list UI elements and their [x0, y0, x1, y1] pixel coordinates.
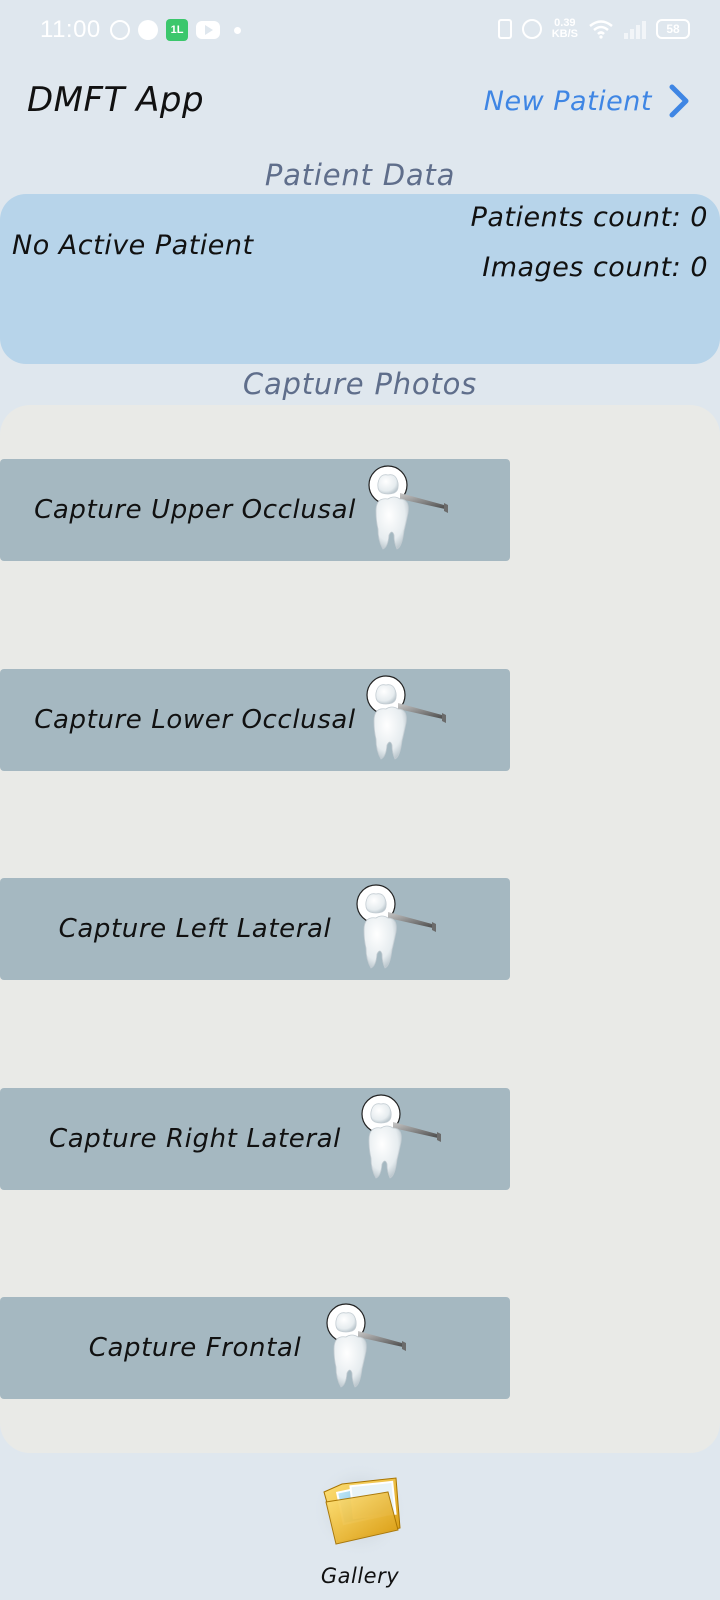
capture-button-label: Capture Left Lateral — [58, 914, 332, 944]
youtube-icon — [196, 21, 220, 39]
app-notification-icon: 1L — [166, 19, 188, 41]
capture-lower-occlusal-button[interactable]: Capture Lower Occlusal — [0, 669, 510, 771]
capture-button-label: Capture Upper Occlusal — [34, 495, 356, 525]
capture-button-label: Capture Right Lateral — [49, 1124, 341, 1154]
dot-icon — [234, 26, 241, 34]
capture-frontal-button[interactable]: Capture Frontal — [0, 1297, 510, 1399]
capture-photos-title: Capture Photos — [242, 367, 478, 401]
tooth-tool-icon — [322, 1303, 412, 1393]
tooth-tool-icon — [357, 1094, 447, 1184]
images-count: Images count: 0 — [482, 252, 708, 283]
capture-button-label: Capture Lower Occlusal — [34, 705, 356, 735]
capture-left-lateral-button[interactable]: Capture Left Lateral — [0, 878, 510, 980]
wifi-icon — [589, 20, 613, 39]
chevron-right-icon — [669, 84, 689, 118]
new-patient-button[interactable]: New Patient — [484, 84, 690, 118]
patient-data-title: Patient Data — [264, 158, 456, 192]
app-title: DMFT App — [27, 80, 205, 120]
whatsapp-icon — [110, 20, 130, 40]
status-bar: 11:00 1L 0.39 KB/S 58 — [0, 0, 720, 62]
tooth-tool-icon — [362, 675, 452, 765]
patients-count: Patients count: 0 — [470, 202, 708, 233]
tooth-tool-icon — [364, 465, 454, 555]
net-speed-unit: KB/S — [551, 28, 578, 40]
capture-right-lateral-button[interactable]: Capture Right Lateral — [0, 1088, 510, 1190]
alarm-icon — [521, 19, 542, 39]
messenger-icon — [138, 20, 158, 40]
vibrate-icon — [497, 19, 512, 39]
net-speed: 0.39 KB/S — [552, 18, 578, 40]
patient-card: No Active Patient Patients count: 0 Imag… — [0, 194, 720, 364]
battery-icon: 58 — [656, 19, 690, 39]
gallery-button[interactable]: Gallery — [312, 1462, 408, 1592]
gallery-folder-icon — [312, 1462, 408, 1558]
tooth-tool-icon — [352, 884, 442, 974]
system-icons: 0.39 KB/S 58 — [497, 18, 690, 40]
gallery-label: Gallery — [320, 1564, 400, 1588]
signal-icon — [624, 19, 646, 39]
screen: 11:00 1L 0.39 KB/S 58 DMFT App New Patie… — [0, 0, 720, 1600]
capture-upper-occlusal-button[interactable]: Capture Upper Occlusal — [0, 459, 510, 561]
notification-icons: 1L — [110, 19, 241, 41]
patient-status: No Active Patient — [12, 230, 254, 261]
new-patient-label: New Patient — [483, 85, 652, 117]
status-time: 11:00 — [40, 16, 101, 43]
